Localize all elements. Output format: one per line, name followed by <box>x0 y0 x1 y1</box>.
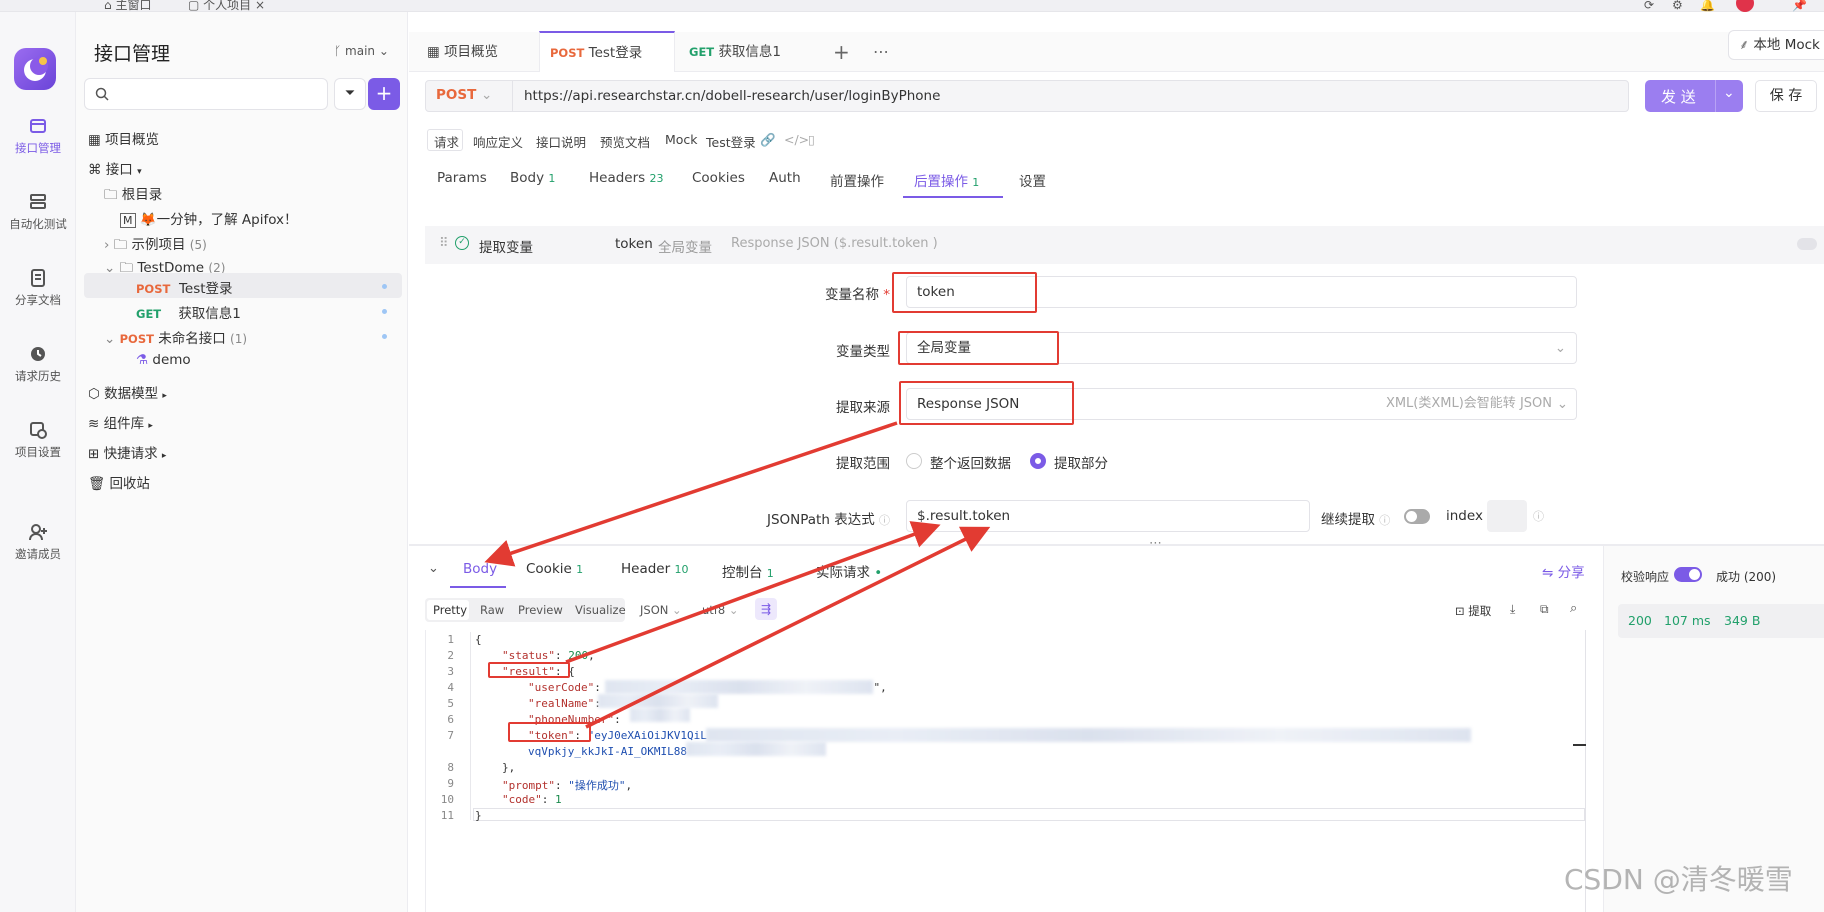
annotation-arrows <box>484 421 991 729</box>
arrow-source-to-body <box>484 421 898 567</box>
arrow-token-to-jsonpath <box>585 526 991 729</box>
watermark: CSDN @清冬暖雪 <box>1564 863 1793 896</box>
arrow-result-to-jsonpath <box>565 521 941 664</box>
